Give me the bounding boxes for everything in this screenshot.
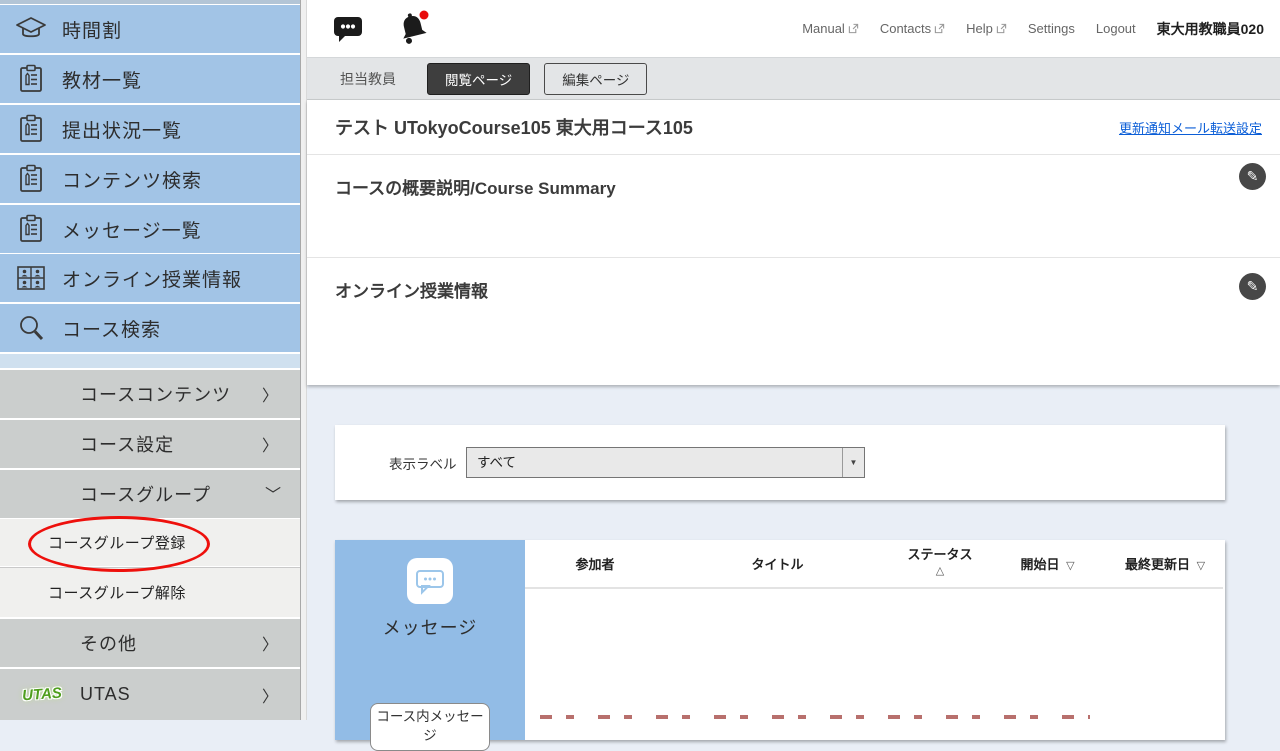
chat-icon[interactable]: [332, 14, 364, 44]
sidebar-item-others[interactable]: その他 〉: [0, 619, 300, 667]
course-summary-section: コースの概要説明/Course Summary ✎: [307, 155, 1280, 258]
sidebar-item-utas[interactable]: UTAS UTAS 〉: [0, 669, 300, 720]
current-user-name: 東大用教職員020: [1157, 19, 1264, 39]
sidebar-item-label: メッセージ一覧: [62, 216, 202, 243]
chevron-right-icon: 〉: [262, 631, 278, 655]
sort-desc-icon[interactable]: ▽: [1197, 560, 1205, 572]
utas-logo-icon: UTAS: [19, 684, 64, 704]
manual-link[interactable]: Manual: [802, 21, 859, 36]
section-heading: オンライン授業情報: [335, 258, 1280, 302]
sidebar-item-content-search[interactable]: コンテンツ検索: [0, 155, 300, 203]
dropdown-arrow-button[interactable]: ▼: [842, 448, 864, 477]
clipboard-icon: [0, 214, 62, 244]
chevron-right-icon: 〉: [262, 382, 278, 406]
external-link-icon: [934, 23, 945, 34]
update-mail-forward-link[interactable]: 更新通知メール転送設定: [1119, 118, 1262, 137]
sidebar-spacer-strip: [0, 354, 300, 368]
label-filter-panel: 表示ラベル すべて ▼: [335, 425, 1225, 500]
main-area: Manual Contacts Help Settings Logout 東大用…: [307, 0, 1280, 720]
sort-desc-icon[interactable]: ▽: [1066, 560, 1074, 572]
sidebar-item-course-search[interactable]: コース検索: [0, 304, 300, 352]
message-bubble-icon: [407, 558, 453, 604]
chevron-down-icon: 〉: [262, 486, 286, 502]
column-header-last-updated[interactable]: 最終更新日 ▽: [1105, 554, 1225, 573]
course-message-button[interactable]: コース内メッセージ: [370, 703, 490, 751]
logout-link[interactable]: Logout: [1096, 21, 1136, 36]
filter-label: 表示ラベル: [389, 425, 457, 500]
sidebar: 時間割 教材一覧 提出状況一覧 コンテンツ検索 メッセージ一覧 オンライン授業情…: [0, 0, 300, 720]
notification-bell-icon[interactable]: [395, 8, 433, 48]
contacts-link[interactable]: Contacts: [880, 21, 945, 36]
page-tab-bar: 担当教員 閲覧ページ 編集ページ: [307, 57, 1280, 100]
section-heading: コースの概要説明/Course Summary: [335, 155, 1280, 199]
top-header-bar: Manual Contacts Help Settings Logout 東大用…: [307, 0, 1280, 57]
tab-view-page[interactable]: 閲覧ページ: [427, 63, 530, 95]
clipboard-icon: [0, 164, 62, 194]
course-title: テスト UTokyoCourse105 東大用コース105: [335, 114, 693, 140]
online-class-info-section: オンライン授業情報 ✎: [307, 258, 1280, 384]
column-header-title[interactable]: タイトル: [665, 554, 890, 573]
course-panel: テスト UTokyoCourse105 東大用コース105 更新通知メール転送設…: [307, 100, 1280, 385]
sidebar-item-timetable[interactable]: 時間割: [0, 5, 300, 53]
message-category-label: メッセージ: [335, 614, 525, 640]
sidebar-main-divider: [300, 0, 307, 720]
sidebar-item-course-contents[interactable]: コースコンテンツ 〉: [0, 370, 300, 418]
column-header-status[interactable]: ステータス △: [890, 546, 990, 578]
sidebar-item-online-class[interactable]: オンライン授業情報: [0, 254, 300, 302]
message-table-panel: メッセージ コース内メッセージ 参加者 タイトル ステータス △ 開始日 ▽ 最…: [335, 540, 1225, 740]
sidebar-item-submissions[interactable]: 提出状況一覧: [0, 105, 300, 153]
graduation-cap-icon: [0, 14, 62, 44]
sidebar-item-message-list[interactable]: メッセージ一覧: [0, 205, 300, 253]
tab-edit-page[interactable]: 編集ページ: [544, 63, 647, 95]
sidebar-item-course-group-register[interactable]: コースグループ登録: [0, 519, 300, 566]
sidebar-item-label: 時間割: [62, 16, 122, 43]
sidebar-item-label: 教材一覧: [62, 66, 142, 93]
sidebar-item-course-group[interactable]: コースグループ 〉: [0, 470, 300, 518]
external-link-icon: [996, 23, 1007, 34]
sidebar-item-label: コンテンツ検索: [62, 166, 202, 193]
clipboard-icon: [0, 114, 62, 144]
chevron-right-icon: 〉: [262, 683, 278, 707]
selected-option: すべて: [477, 448, 516, 477]
table-header-divider: [525, 587, 1223, 589]
clipboard-icon: [0, 64, 62, 94]
sidebar-top-strip: [0, 0, 300, 4]
sidebar-item-label: コース検索: [62, 315, 161, 342]
sort-asc-icon[interactable]: △: [890, 564, 990, 579]
edit-pencil-icon[interactable]: ✎: [1239, 273, 1266, 300]
clipped-row-text-fragment: [540, 715, 1090, 719]
column-header-start-date[interactable]: 開始日 ▽: [990, 554, 1105, 573]
external-link-icon: [848, 23, 859, 34]
help-link[interactable]: Help: [966, 21, 1007, 36]
meeting-grid-icon: [0, 264, 62, 292]
magnifier-icon: [0, 313, 62, 343]
edit-pencil-icon[interactable]: ✎: [1239, 163, 1266, 190]
sidebar-item-label: 提出状況一覧: [62, 116, 182, 143]
message-category-cell: メッセージ コース内メッセージ: [335, 540, 525, 740]
column-header-participants[interactable]: 参加者: [525, 554, 665, 573]
sidebar-item-course-settings[interactable]: コース設定 〉: [0, 420, 300, 468]
sidebar-item-materials[interactable]: 教材一覧: [0, 55, 300, 103]
role-label: 担当教員: [340, 69, 396, 89]
sidebar-item-label: オンライン授業情報: [62, 265, 242, 292]
label-filter-select[interactable]: すべて ▼: [466, 447, 865, 478]
sidebar-item-course-group-unregister[interactable]: コースグループ解除: [0, 567, 300, 617]
chevron-right-icon: 〉: [262, 432, 278, 456]
chevron-down-icon: ▼: [850, 458, 858, 467]
settings-link[interactable]: Settings: [1028, 21, 1075, 36]
